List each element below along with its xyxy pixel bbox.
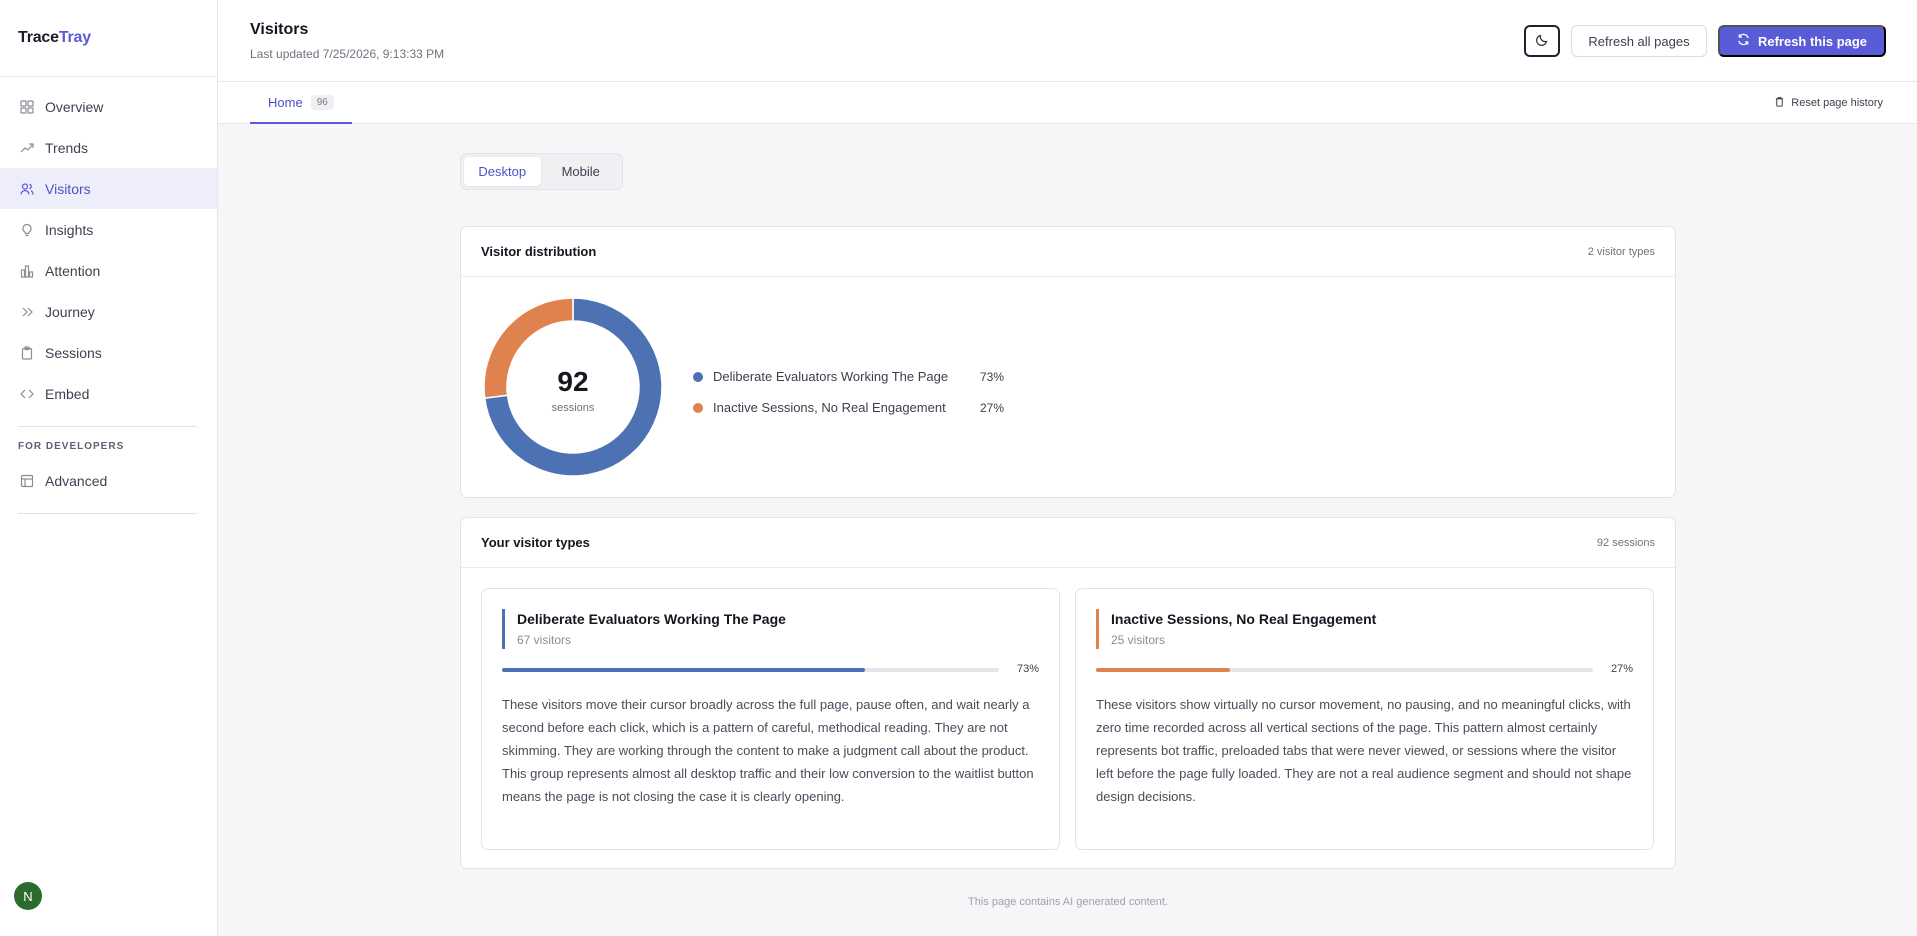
- donut-chart: 92 sessions: [483, 297, 663, 477]
- theme-toggle-button[interactable]: [1524, 25, 1560, 57]
- ai-content-note: This page contains AI generated content.: [968, 896, 1168, 908]
- refresh-icon: [1737, 33, 1750, 49]
- sidebar-item-label: Sessions: [45, 344, 102, 361]
- legend-value: 73%: [980, 369, 1005, 384]
- card-meta: 92 sessions: [1596, 536, 1655, 549]
- sidebar-item-label: Advanced: [45, 472, 108, 489]
- sidebar-item-advanced[interactable]: Advanced: [0, 460, 217, 501]
- users-icon: [20, 182, 34, 196]
- sidebar-item-sessions[interactable]: Sessions: [0, 332, 217, 373]
- sidebar-item-label: Overview: [45, 98, 104, 115]
- avatar[interactable]: N: [14, 882, 42, 910]
- lightbulb-icon: [20, 223, 34, 237]
- progress-track: [1096, 668, 1593, 672]
- last-updated: Last updated 7/25/2026, 9:13:33 PM: [250, 47, 445, 61]
- type-count: 67 visitors: [517, 633, 572, 647]
- grid-icon: [20, 99, 34, 114]
- card-title: Visitor distribution: [481, 244, 597, 259]
- trend-up-icon: [20, 141, 34, 155]
- sidebar-divider: [18, 513, 197, 514]
- type-header: Deliberate Evaluators Working The Page 6…: [502, 609, 786, 649]
- type-description: These visitors move their cursor broadly…: [502, 697, 1034, 804]
- progress-fill: [1096, 668, 1231, 672]
- sidebar-section-label: FOR DEVELOPERS: [18, 441, 125, 452]
- sidebar-item-label: Embed: [45, 385, 90, 402]
- legend-label: Deliberate Evaluators Working The Page: [713, 369, 949, 384]
- card-title: Your visitor types: [481, 535, 590, 550]
- progress-percent: 73%: [1016, 663, 1039, 675]
- progress-track: [502, 668, 999, 672]
- sidebar-divider: [18, 426, 197, 427]
- type-count: 25 visitors: [1111, 633, 1166, 647]
- type-name: Deliberate Evaluators Working The Page: [517, 611, 786, 627]
- refresh-this-label: Refresh this page: [1757, 33, 1868, 49]
- device-toggle: Desktop Mobile: [460, 153, 623, 190]
- sidebar-item-trends[interactable]: Trends: [0, 127, 217, 168]
- refresh-all-button[interactable]: Refresh all pages: [1571, 25, 1707, 57]
- device-option-desktop[interactable]: Desktop: [464, 157, 541, 186]
- page-header: Visitors Last updated 7/25/2026, 9:13:33…: [218, 0, 1917, 82]
- code-icon: [20, 387, 34, 401]
- tab-label: Home: [268, 94, 303, 110]
- sidebar-item-journey[interactable]: Journey: [0, 291, 217, 332]
- brand-logo[interactable]: Trace Tray: [0, 0, 217, 77]
- legend-value: 27%: [980, 400, 1005, 415]
- refresh-this-button[interactable]: Refresh this page: [1718, 25, 1886, 57]
- progress-percent: 27%: [1610, 663, 1633, 675]
- visitor-distribution-card: Visitor distribution 2 visitor types 92 …: [460, 226, 1676, 498]
- tab-home[interactable]: Home 96: [250, 82, 352, 124]
- visitor-type-card: Deliberate Evaluators Working The Page 6…: [481, 588, 1060, 850]
- type-name: Inactive Sessions, No Real Engagement: [1111, 611, 1377, 627]
- chevrons-right-icon: [20, 305, 34, 319]
- chart-legend: Deliberate Evaluators Working The Page 7…: [693, 361, 1004, 423]
- visitor-type-card: Inactive Sessions, No Real Engagement 25…: [1075, 588, 1654, 850]
- brand-name-part2: Tray: [58, 29, 91, 46]
- page-title: Visitors: [250, 21, 309, 38]
- sidebar-item-label: Insights: [45, 221, 94, 238]
- sidebar-item-insights[interactable]: Insights: [0, 209, 217, 250]
- tab-count-badge: 96: [310, 94, 334, 110]
- device-option-mobile[interactable]: Mobile: [543, 157, 620, 186]
- table-icon: [20, 474, 34, 488]
- sidebar-item-label: Attention: [45, 262, 101, 279]
- sidebar-item-overview[interactable]: Overview: [0, 86, 217, 127]
- donut-total: 92: [557, 366, 588, 397]
- sidebar-item-attention[interactable]: Attention: [0, 250, 217, 291]
- type-header: Inactive Sessions, No Real Engagement 25…: [1096, 609, 1376, 649]
- card-header: Visitor distribution 2 visitor types: [461, 227, 1675, 277]
- sidebar-item-label: Visitors: [45, 180, 91, 197]
- sidebar-item-label: Trends: [45, 139, 89, 156]
- card-header: Your visitor types 92 sessions: [461, 518, 1675, 568]
- sidebar: Trace Tray Overview Trends Visitors Insig…: [0, 0, 218, 936]
- legend-swatch-1: [693, 402, 703, 413]
- sidebar-item-visitors[interactable]: Visitors: [0, 168, 217, 209]
- progress-fill: [502, 668, 865, 672]
- legend-swatch-0: [693, 371, 703, 382]
- page-tabbar: Home 96 Reset page history: [218, 82, 1917, 124]
- visitor-types-card: Your visitor types 92 sessions Deliberat…: [460, 517, 1676, 869]
- legend-label: Inactive Sessions, No Real Engagement: [713, 400, 946, 415]
- sidebar-item-label: Journey: [45, 303, 95, 320]
- legend-item: Inactive Sessions, No Real Engagement 27…: [693, 392, 1004, 423]
- card-meta: 2 visitor types: [1587, 245, 1655, 258]
- sidebar-nav: Overview Trends Visitors Insights Attent…: [0, 77, 217, 414]
- reset-page-history-button[interactable]: Reset page history: [1774, 96, 1883, 110]
- brand-name-part1: Trace: [18, 29, 59, 46]
- sidebar-item-embed[interactable]: Embed: [0, 373, 217, 414]
- reset-label: Reset page history: [1791, 97, 1883, 109]
- clipboard-icon: [20, 345, 34, 360]
- type-description: These visitors show virtually no cursor …: [1096, 697, 1632, 804]
- legend-item: Deliberate Evaluators Working The Page 7…: [693, 361, 1004, 392]
- bar-chart-icon: [20, 264, 34, 278]
- trash-icon: [1774, 96, 1785, 110]
- donut-total-label: sessions: [552, 402, 595, 414]
- moon-icon: [1535, 33, 1549, 50]
